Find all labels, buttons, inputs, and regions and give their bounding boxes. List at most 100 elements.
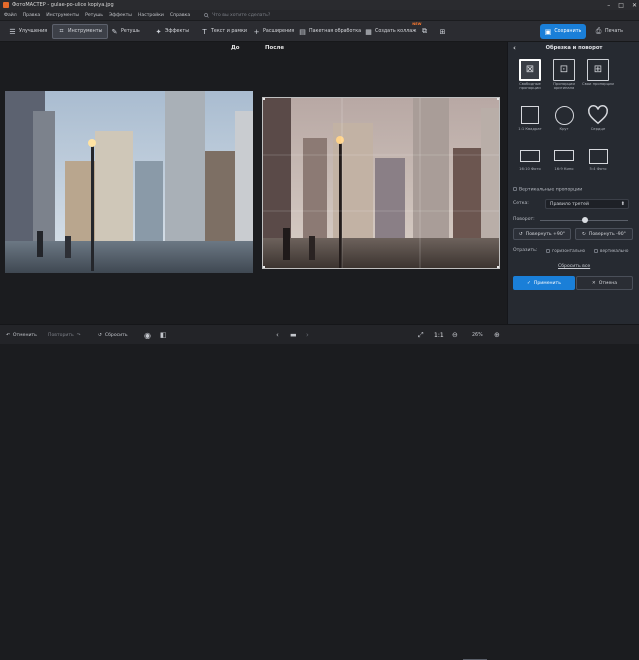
next-arrow-icon[interactable]: › bbox=[306, 330, 309, 340]
rotate-plus-90-button[interactable]: ↺ Повернуть +90° bbox=[513, 228, 571, 240]
collage-icon: ▦ bbox=[365, 27, 372, 36]
after-photo[interactable] bbox=[262, 97, 500, 269]
preset-label: 16:9 Кино bbox=[554, 167, 574, 171]
tab-batch[interactable]: ▤ Пакетная обработка bbox=[294, 24, 366, 39]
gallery-icon[interactable]: ▬ bbox=[290, 330, 297, 340]
menu-edit[interactable]: Правка bbox=[23, 13, 40, 18]
menu-tools[interactable]: Инструменты bbox=[46, 13, 79, 18]
tab-label: Расширения bbox=[263, 29, 295, 34]
compare-button[interactable]: ⧉ bbox=[418, 24, 431, 39]
prev-arrow-icon[interactable]: ‹ bbox=[276, 330, 279, 340]
vertical-proportions-toggle[interactable]: Вертикальные пропорции bbox=[513, 187, 582, 193]
zoom-in-icon[interactable]: ⊕ bbox=[494, 330, 500, 340]
before-label: До bbox=[231, 45, 240, 51]
preset-label: Свои пропорции bbox=[582, 82, 614, 86]
reset-all-link[interactable]: Сбросить все bbox=[558, 264, 590, 269]
menu-effects[interactable]: Эффекты bbox=[109, 13, 132, 18]
rotate-slider-handle[interactable] bbox=[582, 217, 588, 223]
circle-shape-icon bbox=[554, 106, 574, 125]
save-button[interactable]: ▣ Сохранить bbox=[540, 24, 586, 39]
rotate-minus-90-label: Повернуть -90° bbox=[588, 231, 626, 237]
tab-label: Пакетная обработка bbox=[309, 29, 362, 34]
preview-eye-icon[interactable]: ◉ bbox=[144, 330, 151, 340]
back-arrow-icon[interactable]: ‹ bbox=[513, 44, 516, 52]
tab-tools[interactable]: ⌗ Инструменты bbox=[52, 24, 109, 39]
crop-handle-bottom-left[interactable] bbox=[263, 266, 265, 268]
checkbox[interactable] bbox=[513, 187, 517, 191]
free-crop-icon: ⊠ bbox=[519, 59, 541, 81]
tab-retouch[interactable]: ✎ Ретушь bbox=[106, 24, 145, 39]
menu-search[interactable]: Что вы хотите сделать? bbox=[204, 13, 270, 18]
flip-vertical-toggle[interactable]: вертикально bbox=[594, 248, 628, 253]
search-icon bbox=[204, 12, 209, 18]
redo-button[interactable]: Повторить ↷ bbox=[48, 330, 81, 340]
cancel-button[interactable]: ✕ Отмена bbox=[576, 276, 633, 290]
preset-16-10[interactable]: 16:10 Фото bbox=[513, 146, 547, 171]
preset-circle[interactable]: Круг bbox=[547, 104, 581, 131]
crop-handle-top-right[interactable] bbox=[497, 98, 499, 100]
search-placeholder: Что вы хотите сделать? bbox=[212, 12, 271, 18]
undo-button[interactable]: ↶ Отменить bbox=[6, 330, 37, 340]
menu-retouch[interactable]: Ретушь bbox=[85, 13, 103, 18]
original-ratio-icon: ⊡ bbox=[553, 59, 575, 81]
menu-help[interactable]: Справка bbox=[170, 13, 190, 18]
window-title: ФотоМАСТЕР - gulae-po-ulice kopiya.jpg bbox=[12, 2, 114, 8]
print-button[interactable]: ⎙ Печать bbox=[590, 24, 634, 39]
menu-settings[interactable]: Настройки bbox=[138, 13, 164, 18]
preset-square[interactable]: 1:1 Квадрат bbox=[513, 104, 547, 131]
zoom-out-icon[interactable]: ⊖ bbox=[452, 330, 458, 340]
sparkle-icon: ✦ bbox=[155, 27, 162, 36]
photo-canvas[interactable]: До После bbox=[5, 42, 505, 324]
square-shape-icon bbox=[521, 106, 539, 124]
zoom-ratio[interactable]: 1:1 bbox=[434, 330, 444, 340]
apply-button[interactable]: ✓ Применить bbox=[513, 276, 575, 290]
crop-handle-top-left[interactable] bbox=[263, 98, 265, 100]
reset-button[interactable]: ↺ Сбросить bbox=[98, 330, 128, 340]
flip-horizontal-toggle[interactable]: горизонтально bbox=[546, 248, 585, 253]
redo-icon: ↷ bbox=[76, 332, 81, 338]
cancel-label: Отмена bbox=[598, 280, 618, 286]
after-label: После bbox=[265, 45, 285, 51]
preset-label: 5:4 Фото bbox=[589, 167, 607, 171]
preset-label: 16:10 Фото bbox=[519, 167, 541, 171]
flip-vertical-label: вертикально bbox=[600, 248, 629, 253]
preset-original[interactable]: ⊡ Пропорции оригинала bbox=[547, 59, 581, 90]
fit-screen-icon[interactable]: ⤢ bbox=[418, 330, 424, 340]
preset-5-4[interactable]: 5:4 Фото bbox=[581, 146, 615, 171]
export-options-button[interactable]: ⊞ bbox=[436, 24, 449, 39]
minimize-icon[interactable]: – bbox=[607, 2, 610, 9]
tab-extensions[interactable]: + Расширения bbox=[248, 24, 299, 39]
tab-text-frames[interactable]: T Текст и рамки bbox=[196, 24, 252, 39]
crop-icon: ⌗ bbox=[59, 27, 64, 35]
maximize-icon[interactable]: □ bbox=[618, 2, 624, 9]
tab-collage[interactable]: ▦ Создать коллаж NEW bbox=[360, 22, 421, 39]
bottom-bar: ↶ Отменить Повторить ↷ ↺ Сбросить ◉ ◧ ‹ … bbox=[0, 324, 639, 660]
undo-label: Отменить bbox=[12, 332, 37, 338]
reset-icon: ↺ bbox=[98, 332, 102, 338]
tab-enhance[interactable]: ☰ Улучшения bbox=[4, 24, 52, 39]
redo-label: Повторить bbox=[48, 332, 74, 338]
flip-label: Отразить: bbox=[513, 248, 538, 253]
tab-label: Эффекты bbox=[165, 29, 189, 34]
close-icon[interactable]: ✕ bbox=[632, 2, 637, 9]
preset-16-9[interactable]: 16:9 Кино bbox=[547, 146, 581, 171]
compare-view-icon[interactable]: ◧ bbox=[160, 330, 167, 340]
preset-free[interactable]: ⊠ Свободные пропорции bbox=[513, 59, 547, 90]
menu-file[interactable]: Файл bbox=[4, 13, 17, 18]
rotate-minus-90-button[interactable]: ↻ Повернуть -90° bbox=[575, 228, 633, 240]
check-icon: ✓ bbox=[527, 280, 531, 286]
tab-label: Инструменты bbox=[68, 29, 103, 34]
preset-label: Круг bbox=[559, 127, 569, 131]
tab-label: Улучшения bbox=[19, 29, 48, 34]
preset-label: Сердце bbox=[590, 127, 606, 131]
compare-icon: ⧉ bbox=[422, 27, 427, 35]
grid-label: Сетка: bbox=[513, 201, 529, 206]
checkbox[interactable] bbox=[546, 249, 550, 253]
preset-custom[interactable]: ⊞ Свои пропорции bbox=[581, 59, 615, 86]
panel-title: Обрезка и поворот bbox=[545, 45, 603, 51]
crop-handle-bottom-right[interactable] bbox=[497, 266, 499, 268]
checkbox[interactable] bbox=[594, 249, 598, 253]
grid-select[interactable]: Правило третей ⬍ bbox=[545, 199, 629, 209]
preset-heart[interactable]: Сердце bbox=[581, 104, 615, 131]
tab-effects[interactable]: ✦ Эффекты bbox=[150, 24, 194, 39]
